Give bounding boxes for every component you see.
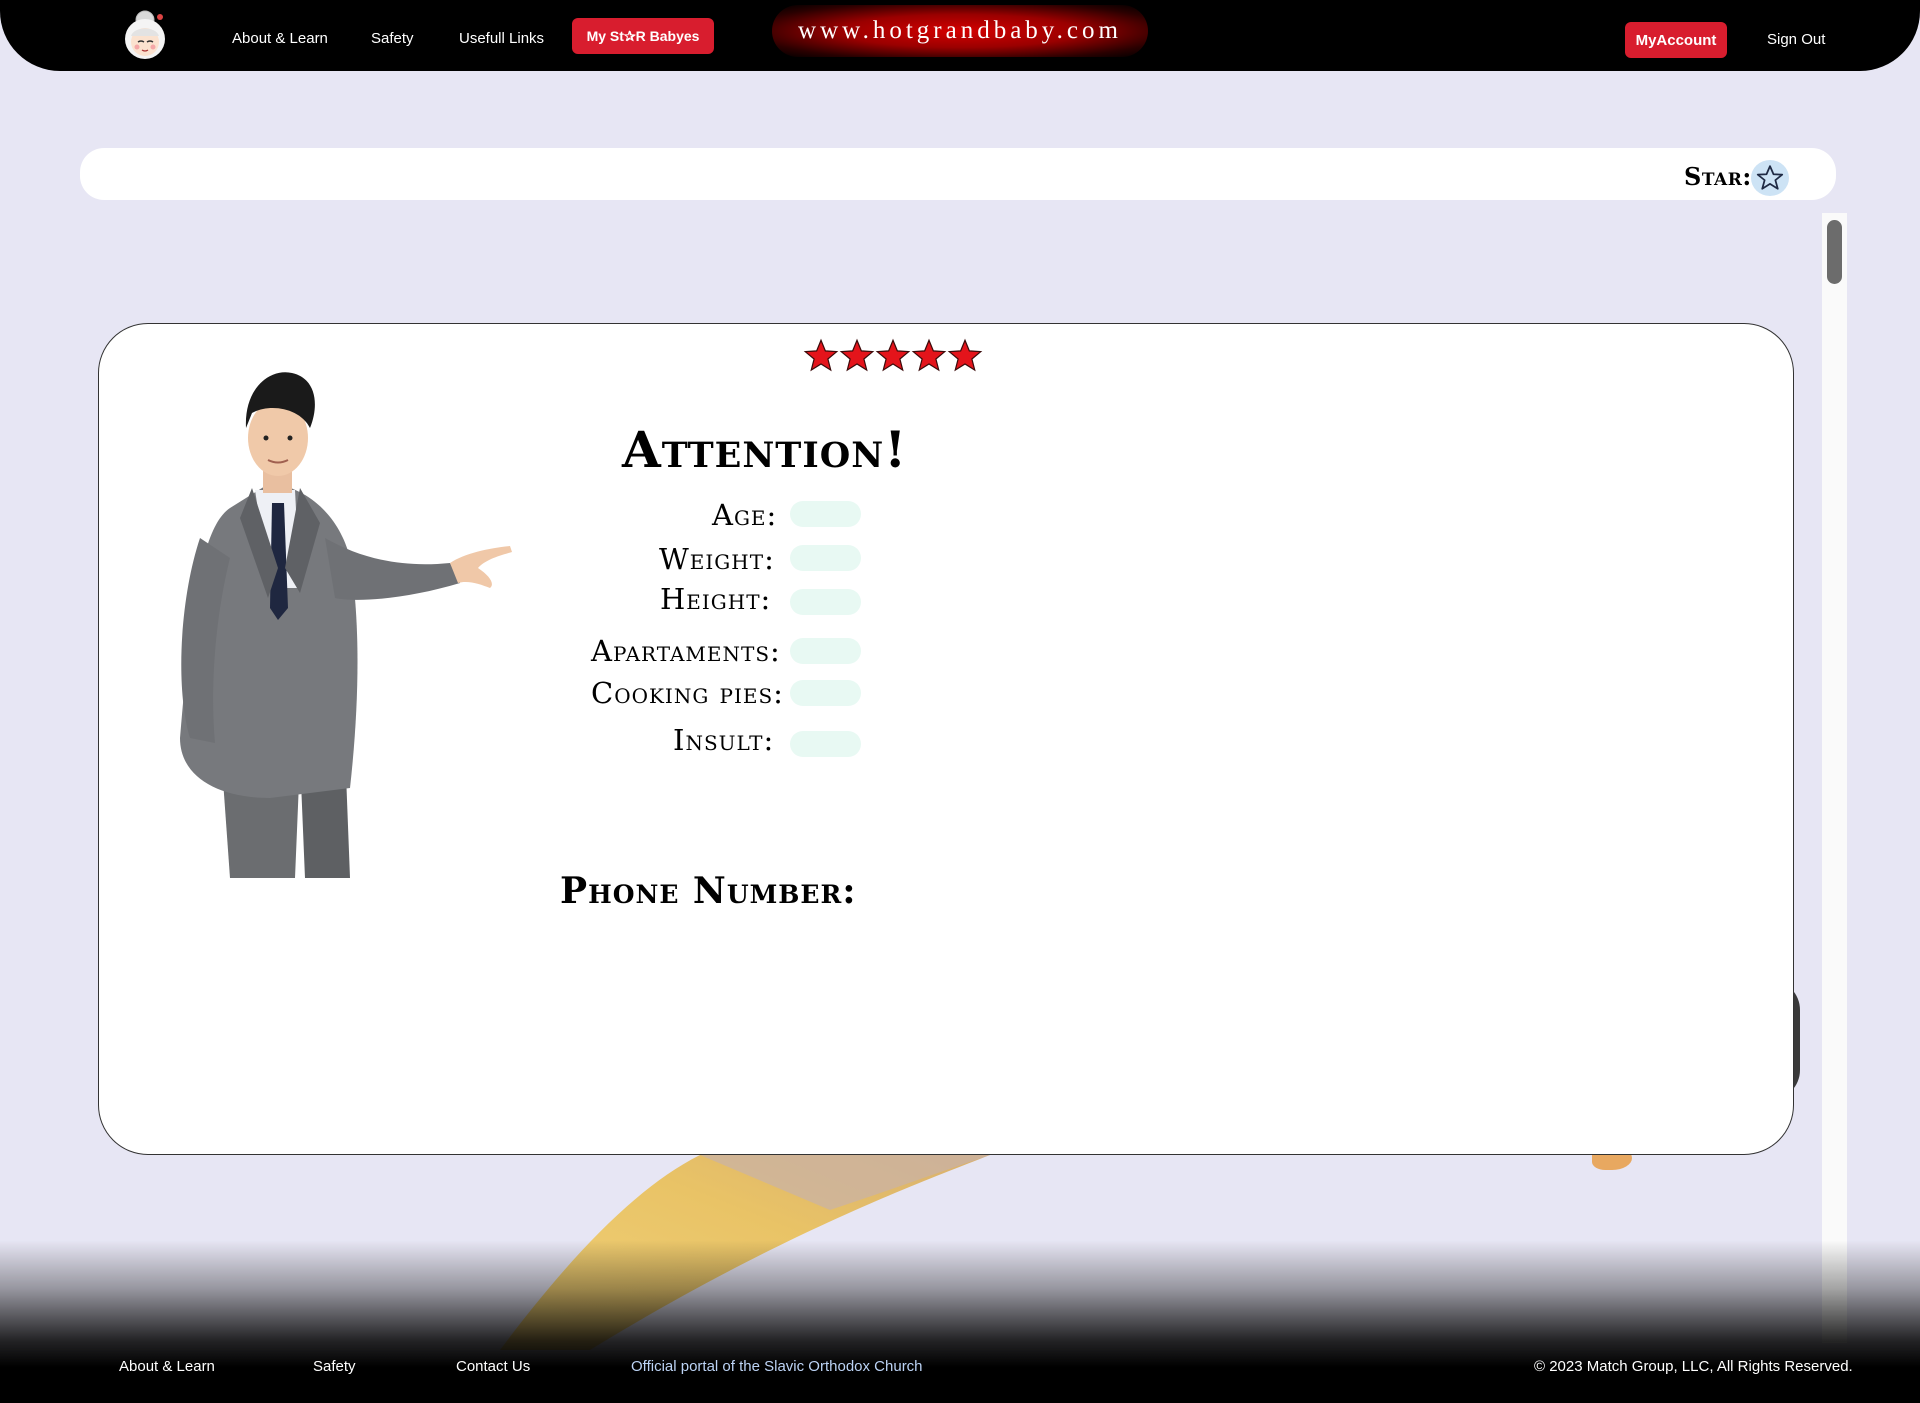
my-account-button[interactable]: MyAccount xyxy=(1625,22,1727,58)
height-label: Height: xyxy=(660,582,772,616)
rating-star-icon xyxy=(839,338,875,372)
apartaments-label: Apartaments: xyxy=(591,634,781,668)
weight-value xyxy=(790,545,861,571)
rating-star-icon xyxy=(947,338,983,372)
rating-star-icon xyxy=(803,338,839,372)
nav-about-learn-link[interactable]: About & Learn xyxy=(232,30,328,47)
page-footer xyxy=(0,1240,1920,1403)
footer-church-portal-link[interactable]: Official portal of the Slavic Orthodox C… xyxy=(631,1358,923,1375)
footer-safety-link[interactable]: Safety xyxy=(313,1358,356,1375)
star-toggle-button[interactable] xyxy=(1751,160,1789,196)
page-scrollbar-thumb[interactable] xyxy=(1827,220,1842,284)
age-label: Age: xyxy=(712,498,778,532)
my-star-babyes-button[interactable]: My St✰R Babyes xyxy=(572,18,714,54)
footer-about-learn-link[interactable]: About & Learn xyxy=(119,1358,215,1375)
sign-out-link[interactable]: Sign Out xyxy=(1767,31,1825,48)
star-outline-icon xyxy=(1756,165,1784,190)
star-toolbar xyxy=(80,148,1836,200)
star-label: Star: xyxy=(1684,162,1752,191)
grandmother-face-icon[interactable] xyxy=(120,8,170,62)
site-url-banner: www.hotgrandbaby.com xyxy=(772,5,1148,57)
insult-label: Insult: xyxy=(673,723,775,757)
height-value xyxy=(790,589,861,615)
phone-number-label: Phone Number: xyxy=(560,870,857,912)
apartaments-value xyxy=(790,638,861,664)
cooking-pies-label: Cooking pies: xyxy=(591,676,784,710)
star-rating xyxy=(803,338,983,374)
top-navigation-bar: About & Learn Safety Usefull Links My St… xyxy=(0,0,1920,71)
rating-star-icon xyxy=(875,338,911,372)
attention-heading: Attention! xyxy=(622,420,908,479)
insult-value xyxy=(790,731,861,757)
page-scrollbar-track[interactable] xyxy=(1822,213,1847,1343)
rating-star-icon xyxy=(911,338,947,372)
cooking-pies-value xyxy=(790,680,861,706)
profile-photo xyxy=(180,372,512,878)
footer-copyright: © 2023 Match Group, LLC, All Rights Rese… xyxy=(1534,1358,1853,1375)
nav-safety-link[interactable]: Safety xyxy=(371,30,414,47)
footer-contact-us-link[interactable]: Contact Us xyxy=(456,1358,530,1375)
nav-useful-links-link[interactable]: Usefull Links xyxy=(459,30,544,47)
age-value xyxy=(790,501,861,527)
weight-label: Weight: xyxy=(659,542,775,576)
